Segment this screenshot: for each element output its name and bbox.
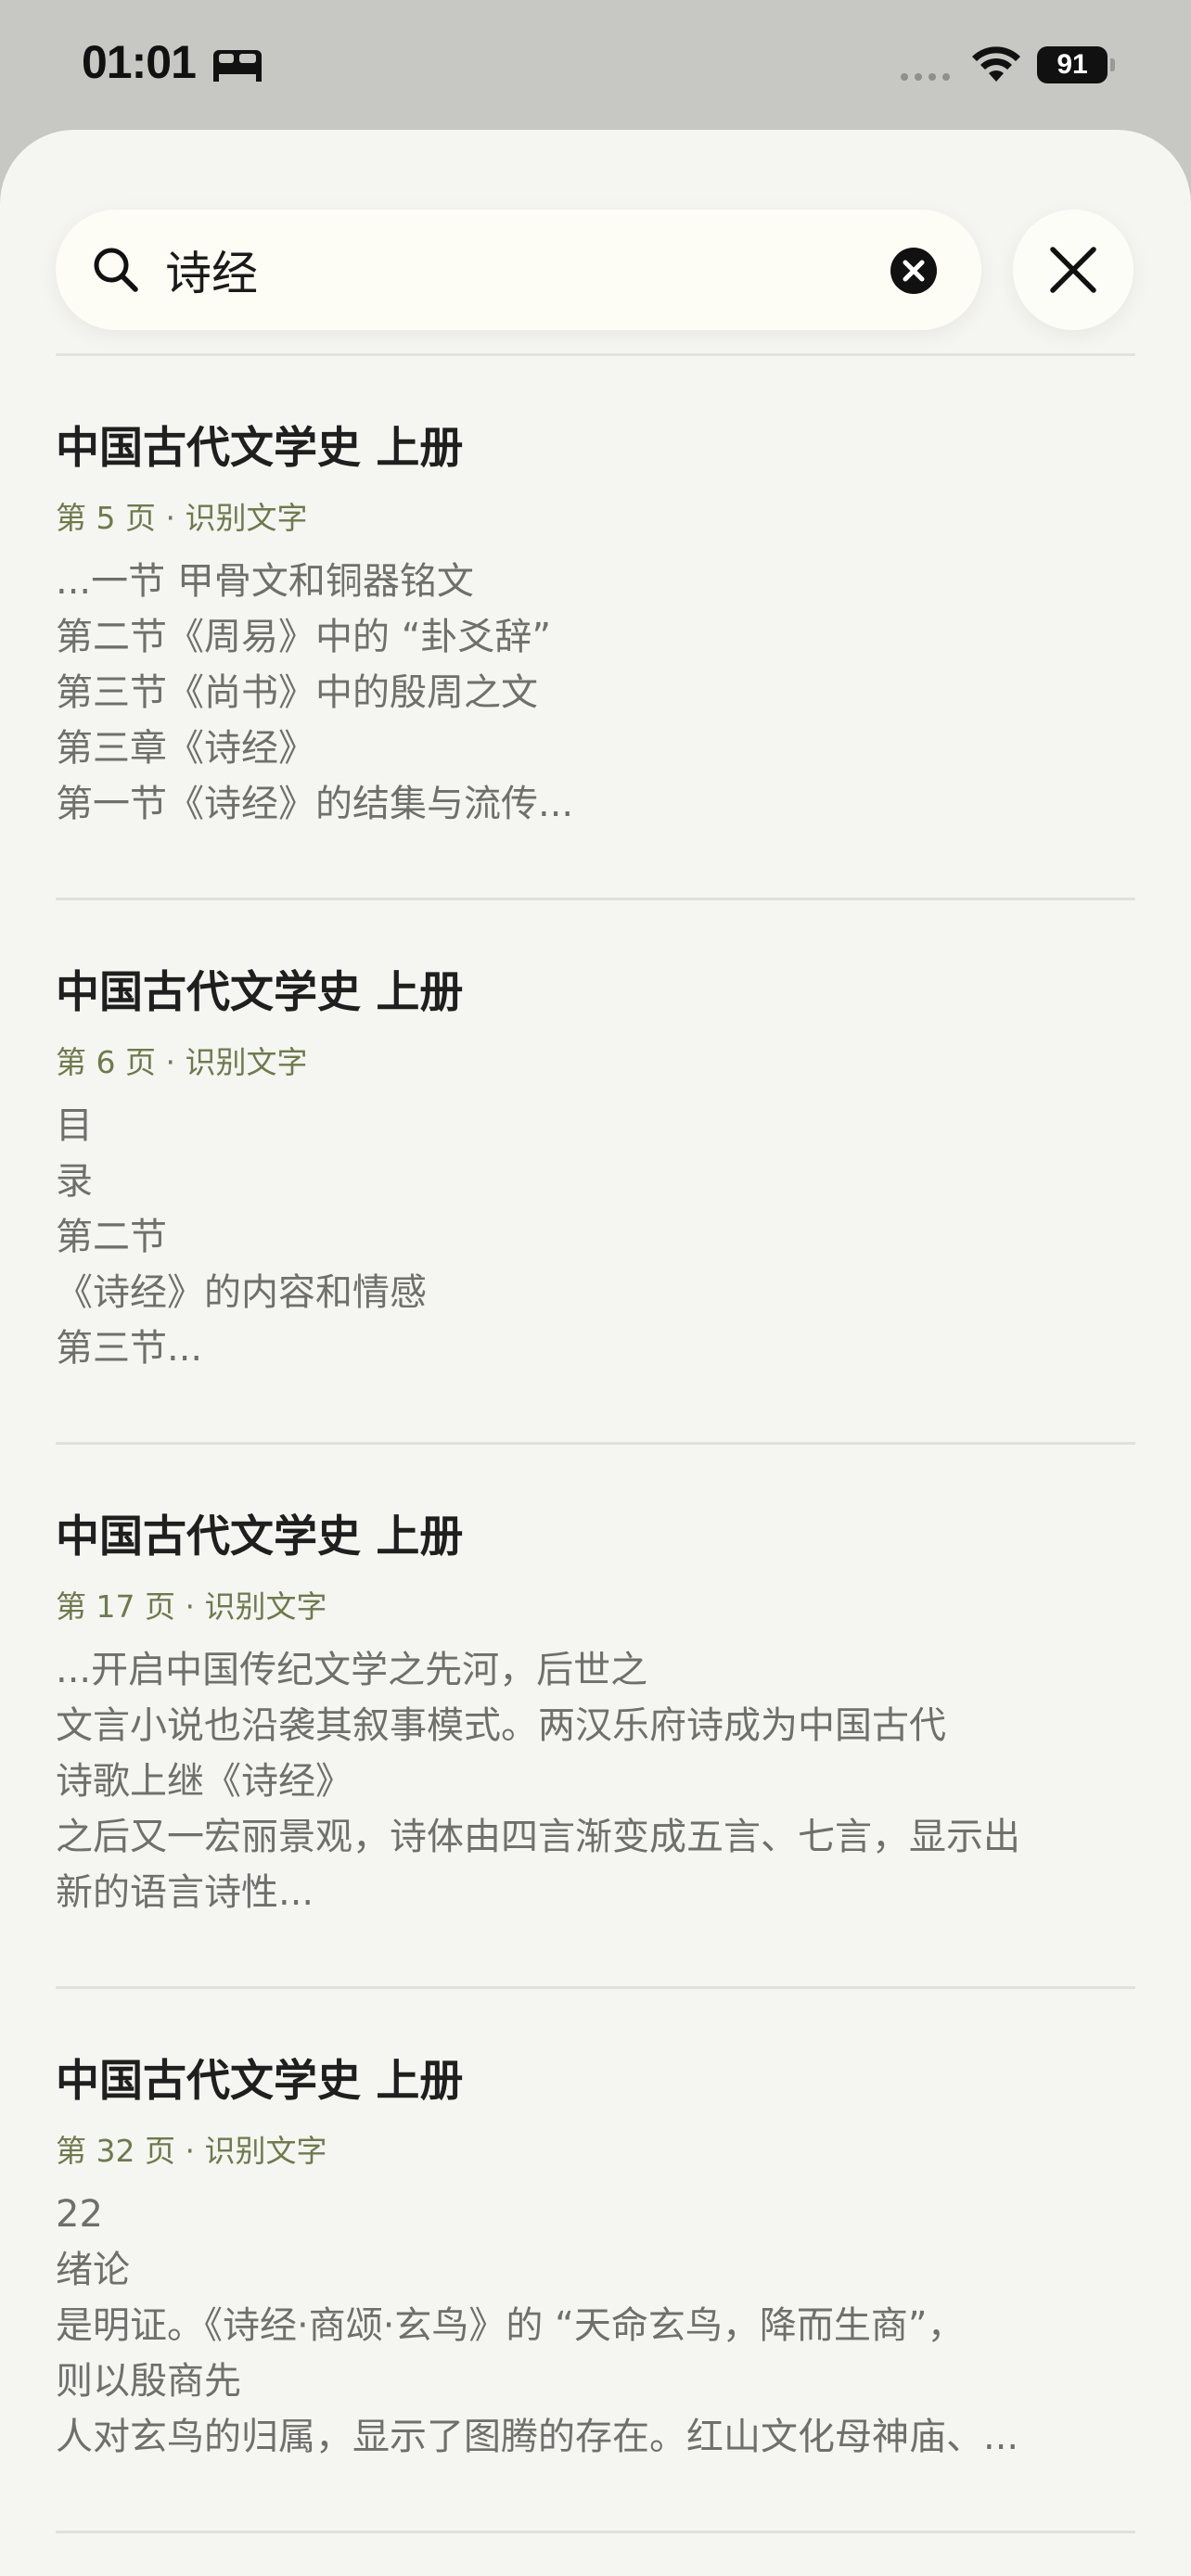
snippet-line: ...一节 甲骨文和铜器铭文 bbox=[56, 560, 474, 603]
snippet-line: 目 bbox=[56, 1104, 93, 1147]
result-meta: 第 32 页 · 识别文字 bbox=[56, 2133, 327, 2169]
result-snippet: 目 录 第二节 《诗经》的内容和情感 第三节... bbox=[56, 1098, 1135, 1376]
snippet-line: 是明证。《诗经·商颂·玄鸟》的 “天命玄鸟，降而生商”， bbox=[56, 2304, 965, 2347]
snippet-line: 第二节《周易》中的 “卦爻辞” bbox=[56, 616, 552, 658]
close-button[interactable] bbox=[1013, 210, 1133, 330]
snippet-line: 第一节《诗经》的结集与流传... bbox=[56, 783, 574, 825]
result-item[interactable]: 中国古代文学史 上册 第 5 页 · 识别文字 ...一节 甲骨文和铜器铭文 第… bbox=[56, 356, 1135, 900]
result-title: 中国古代文学史 上册 bbox=[56, 1511, 464, 1562]
battery-icon: 91 bbox=[1037, 46, 1115, 83]
battery-level: 91 bbox=[1037, 46, 1108, 83]
search-sheet: 中国古代文学史 上册 第 5 页 · 识别文字 ...一节 甲骨文和铜器铭文 第… bbox=[0, 130, 1191, 2576]
bed-icon bbox=[213, 50, 262, 82]
result-title: 中国古代文学史 上册 bbox=[56, 2056, 464, 2107]
result-meta: 第 17 页 · 识别文字 bbox=[56, 1588, 327, 1625]
snippet-line: 第二节 bbox=[56, 1216, 167, 1258]
snippet-line: 新的语言诗性... bbox=[56, 1871, 314, 1914]
status-bar: 01:01 91 bbox=[0, 0, 1191, 130]
clear-icon[interactable] bbox=[890, 247, 938, 295]
snippet-line: 诗歌上继《诗经》 bbox=[56, 1760, 352, 1803]
snippet-line: 绪论 bbox=[56, 2249, 130, 2291]
result-snippet: 22 绪论 是明证。《诗经·商颂·玄鸟》的 “天命玄鸟，降而生商”， 则以殷商先… bbox=[56, 2187, 1135, 2465]
result-item[interactable]: 中国古代文学史 上册 第 6 页 · 识别文字 目 录 第二节 《诗经》的内容和… bbox=[56, 900, 1135, 1445]
snippet-line: 人对玄鸟的归属，显示了图腾的存在。红山文化母神庙、... bbox=[56, 2416, 1019, 2458]
snippet-line: 第三章《诗经》 bbox=[56, 727, 315, 770]
signal-icon bbox=[901, 73, 950, 81]
result-meta: 第 6 页 · 识别文字 bbox=[56, 1044, 308, 1080]
status-time: 01:01 bbox=[82, 36, 197, 88]
search-bar[interactable] bbox=[56, 210, 981, 330]
result-item[interactable]: 中国古代文学史 上册 第 17 页 · 识别文字 ...开启中国传纪文学之先河，… bbox=[56, 1445, 1135, 1989]
snippet-line: 《诗经》的内容和情感 bbox=[56, 1271, 427, 1314]
result-item[interactable]: 中国古代文学史 上册 第 32 页 · 识别文字 22 绪论 是明证。《诗经·商… bbox=[56, 1989, 1135, 2533]
result-meta: 第 5 页 · 识别文字 bbox=[56, 500, 308, 536]
snippet-line: 文言小说也沿袭其叙事模式。两汉乐府诗成为中国古代 bbox=[56, 1704, 946, 1747]
snippet-line: 22 bbox=[56, 2193, 103, 2236]
wifi-icon bbox=[972, 46, 1020, 82]
result-title: 中国古代文学史 上册 bbox=[56, 967, 464, 1018]
snippet-line: 之后又一宏丽景观，诗体由四言渐变成五言、七言，显示出 bbox=[56, 1816, 1020, 1858]
search-input[interactable] bbox=[165, 237, 907, 302]
snippet-line: 则以殷商先 bbox=[56, 2360, 241, 2403]
result-snippet: ...一节 甲骨文和铜器铭文 第二节《周易》中的 “卦爻辞” 第三节《尚书》中的… bbox=[56, 554, 1135, 832]
snippet-line: 第三节《尚书》中的殷周之文 bbox=[56, 671, 538, 714]
snippet-line: 录 bbox=[56, 1160, 93, 1203]
search-icon bbox=[94, 248, 138, 292]
result-title: 中国古代文学史 上册 bbox=[56, 423, 464, 474]
battery-tip bbox=[1110, 58, 1115, 71]
close-icon bbox=[1050, 247, 1096, 293]
results-list: 中国古代文学史 上册 第 5 页 · 识别文字 ...一节 甲骨文和铜器铭文 第… bbox=[56, 356, 1135, 2533]
result-snippet: ...开启中国传纪文学之先河，后世之 文言小说也沿袭其叙事模式。两汉乐府诗成为中… bbox=[56, 1642, 1135, 1920]
snippet-line: ...开启中国传纪文学之先河，后世之 bbox=[56, 1649, 648, 1691]
snippet-line: 第三节... bbox=[56, 1327, 203, 1370]
